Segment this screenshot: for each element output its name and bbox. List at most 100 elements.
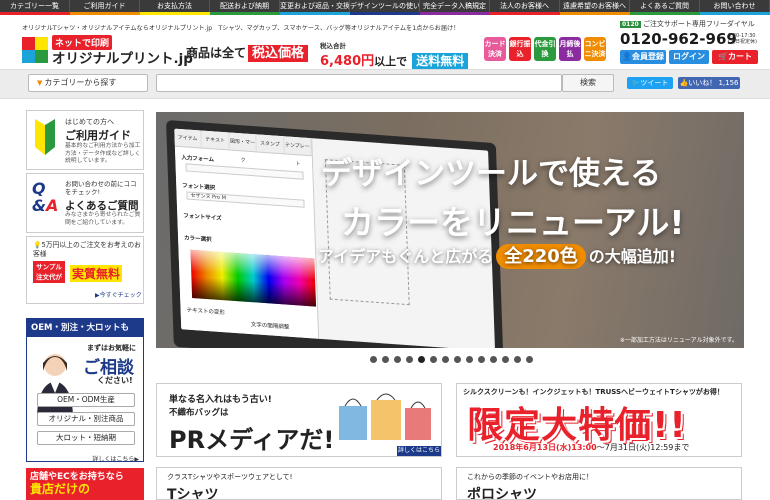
carousel-dot[interactable] xyxy=(490,356,497,363)
tagline: オリジナルTシャツ・オリジナルアイテムならオリジナルプリント.jp Tシャツ、マ… xyxy=(22,25,460,32)
oem-item[interactable]: オリジナル・別注商品 xyxy=(37,412,135,426)
bag-tagline: 単なる名入れはもう古い! xyxy=(169,395,272,405)
faq-description: みなさまから寄せられたご質問をご紹介しています。 xyxy=(65,212,141,226)
polo-tagline: これからの季節のイベントやお店用に！ xyxy=(467,473,593,481)
carousel-dot[interactable] xyxy=(370,356,377,363)
tool-size-label: フォントサイズ xyxy=(183,213,222,222)
top-nav-item[interactable]: 完全データ入稿規定 xyxy=(420,0,490,12)
user-icon: 👤 xyxy=(622,52,632,61)
top-nav-item[interactable]: 配送および納期 xyxy=(210,0,280,12)
member-register-button[interactable]: 👤会員登録 xyxy=(620,50,666,64)
carousel-dot[interactable] xyxy=(502,356,509,363)
hero-headline-2: カラーをリニューアル! xyxy=(341,203,685,242)
bag-title: PRメディアだ! xyxy=(169,426,335,454)
carousel-dot[interactable] xyxy=(418,356,425,363)
carousel-dots xyxy=(370,356,533,364)
top-nav-item[interactable]: お支払方法 xyxy=(140,0,210,12)
tool-tab: アイテム xyxy=(174,128,203,148)
cart-button[interactable]: 🛒カート xyxy=(712,50,758,64)
carousel-dot[interactable] xyxy=(394,356,401,363)
payment-badge: 銀行振込 xyxy=(509,37,531,61)
tool-input-label: 入力フォーム xyxy=(181,155,215,164)
cart-icon: 🛒 xyxy=(718,52,728,61)
faq-banner[interactable]: Q &A お問い合わせの前にココをチェック! よくあるご質問 みなさまから寄せられ… xyxy=(26,173,144,233)
hero-subline-a: アイデアもぐんと広がる xyxy=(318,247,494,266)
carousel-dot[interactable] xyxy=(382,356,389,363)
top-nav-item[interactable]: よくあるご質問 xyxy=(630,0,700,12)
tshirt-banner[interactable]: クラスTシャツやスポーツウェアとして! Tシャツ xyxy=(156,467,442,500)
logo-title: オリジナルプリント.jp xyxy=(52,51,193,67)
qa-icon: Q &A xyxy=(32,179,59,215)
sample-intro-text: 5万円以上のご注文をお考えのお客様 xyxy=(33,241,141,258)
tool-tab: テンプレート xyxy=(283,136,312,167)
carousel-dot[interactable] xyxy=(430,356,437,363)
tool-tab: 図形・マーク xyxy=(229,132,258,164)
tweet-button[interactable]: 🐦ツイート xyxy=(627,77,673,89)
guide-subtitle: はじめての方へ xyxy=(65,118,114,126)
store-banner[interactable]: 店舗やECをお持ちなら 貴店だけの xyxy=(26,468,144,500)
carousel-dot[interactable] xyxy=(466,356,473,363)
carousel-dot[interactable] xyxy=(478,356,485,363)
oem-item[interactable]: 大ロット・短納期 xyxy=(37,431,135,445)
oem-title-suffix: ください! xyxy=(97,376,133,385)
guide-banner[interactable]: はじめての方へ ご利用ガイド 基本的なご利用方法から加工方法・データ作成など詳し… xyxy=(26,110,144,170)
sample-banner[interactable]: 💡5万円以上のご注文をお考えのお客様 サンプル注文代が 実質無料 ▶今すぐチェッ… xyxy=(26,236,144,304)
strip-segment xyxy=(350,12,420,15)
tweet-label: ツイート xyxy=(640,79,669,87)
top-nav-item[interactable]: デザインツールの使い方 xyxy=(350,0,420,12)
carousel-dot[interactable] xyxy=(454,356,461,363)
facebook-like-button[interactable]: 👍いいね！ 1,156 xyxy=(678,77,740,89)
chevron-right-icon: ▶ xyxy=(134,456,139,463)
sale-banner[interactable]: シルクスクリーンも！インクジェットも！TRUSSヘビーウェイトTシャツがお得！ … xyxy=(456,383,742,457)
oem-subtitle: まずはお気軽に xyxy=(87,344,136,352)
phone-holiday: (土日祝定休) xyxy=(728,39,757,45)
strip-segment xyxy=(0,12,70,15)
free-shipping-promo: 税込合計 6,480円以上で 送料無料 xyxy=(320,40,469,69)
top-nav-item[interactable]: 変更および返品・交換 xyxy=(280,0,350,12)
carousel-dot[interactable] xyxy=(406,356,413,363)
freedial-badge: 0120 xyxy=(620,21,641,28)
carousel-dot[interactable] xyxy=(442,356,449,363)
faq-title: よくあるご質問 xyxy=(65,200,139,212)
hero-banner[interactable]: アイテム テキスト 図形・マーク スタンプ テンプレート 入力フォーム フォント選択 セ… xyxy=(156,112,744,348)
like-label: いいね！ 1,156 xyxy=(688,79,739,87)
guide-description: 基本的なご利用方法から加工方法・データ作成など詳しく説明しています。 xyxy=(65,143,141,164)
color-count-pill: 全220色 xyxy=(496,244,586,269)
category-label: カテゴリーから探す xyxy=(44,78,117,87)
category-dropdown[interactable]: ▼ カテゴリーから探す xyxy=(28,74,148,92)
oem-item[interactable]: OEM・ODM生産 xyxy=(37,393,135,407)
bag-banner[interactable]: 単なる名入れはもう古い! 不織布バッグは PRメディアだ! 詳しくはこちら xyxy=(156,383,442,457)
login-button[interactable]: ログイン xyxy=(669,50,709,64)
oem-more-link[interactable]: 詳しくはこちら▶ xyxy=(92,454,139,463)
bag-more-button[interactable]: 詳しくはこちら xyxy=(397,446,441,456)
top-nav-item[interactable]: お問い合わせ xyxy=(700,0,770,12)
top-nav-item[interactable]: 法人のお客様へ xyxy=(490,0,560,12)
check-now-link[interactable]: ▶今すぐチェック xyxy=(95,290,142,299)
cart-label: カート xyxy=(727,52,752,61)
sample-intro: 💡5万円以上のご注文をお考えのお客様 xyxy=(33,241,141,259)
payment-badge: 代金引換 xyxy=(534,37,556,61)
tool-tabs: アイテム テキスト 図形・マーク スタンプ テンプレート xyxy=(174,128,312,167)
top-nav-item[interactable]: 遠慮希望のお客様へ xyxy=(560,0,630,12)
tool-font-field: セザンヌ Pro M xyxy=(186,191,305,208)
search-button[interactable]: 検索 xyxy=(562,74,614,92)
strip-segment xyxy=(140,12,210,15)
site-logo[interactable]: ネットで印刷 オリジナルプリント.jp xyxy=(22,33,193,67)
member-label: 会員登録 xyxy=(631,52,664,61)
top-nav-item[interactable]: カテゴリー一覧 xyxy=(0,0,70,12)
strip-segment xyxy=(70,12,140,15)
faq-subtitle: お問い合わせの前にココをチェック! xyxy=(65,180,137,196)
oem-banner[interactable]: OEM・別注・大ロットも まずはお気軽に ご相談 ください! OEM・ODM生産… xyxy=(26,318,144,463)
carousel-dot[interactable] xyxy=(526,356,533,363)
color-strip xyxy=(0,12,770,15)
promo-price: 6,480円 xyxy=(320,54,375,69)
sale-title: 限定大特価!! xyxy=(467,405,687,446)
search-input[interactable] xyxy=(156,74,562,92)
store-subtitle: 貴店だけの xyxy=(30,482,91,496)
sale-date-start: 2018年6月13日(水)13:00 xyxy=(493,443,597,452)
top-nav-item[interactable]: ご利用ガイド xyxy=(70,0,140,12)
strip-segment xyxy=(630,12,700,15)
carousel-dot[interactable] xyxy=(514,356,521,363)
polo-banner[interactable]: これからの季節のイベントやお店用に！ ポロシャツ xyxy=(456,467,742,500)
tool-text-spacing: 文字の間隔調整 xyxy=(250,322,290,331)
